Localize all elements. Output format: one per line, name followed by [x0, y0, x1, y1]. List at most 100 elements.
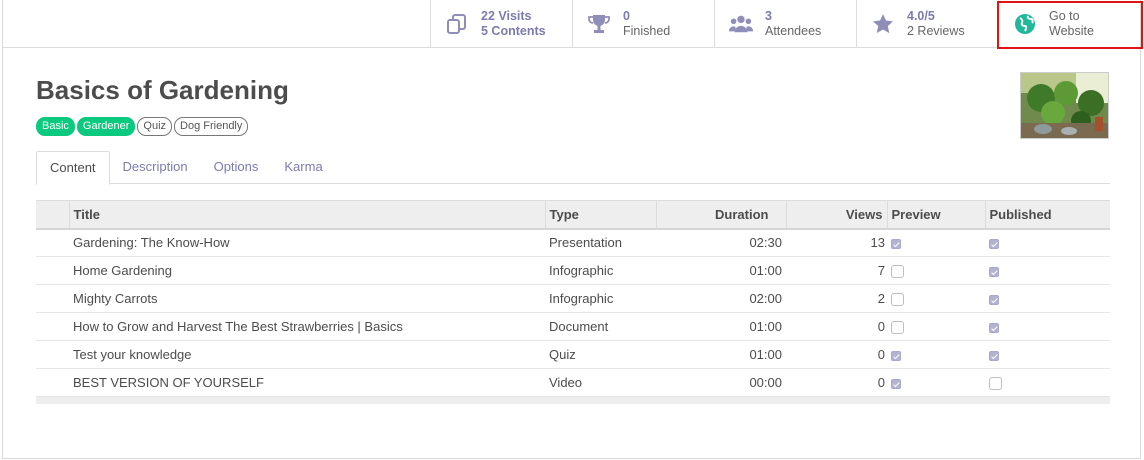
preview-checkbox[interactable]: [891, 378, 901, 389]
content-table: Title Type Duration Views Preview Publis…: [36, 200, 1110, 404]
finished-count: 0: [623, 8, 630, 23]
table-row[interactable]: BEST VERSION OF YOURSELF Video 00:00 0: [36, 368, 1110, 397]
cell-preview[interactable]: [887, 340, 985, 369]
tab-description[interactable]: Description: [110, 151, 201, 184]
course-image[interactable]: [1020, 72, 1109, 139]
cell-type[interactable]: Document: [545, 312, 656, 341]
cell-views[interactable]: 0: [786, 368, 887, 397]
users-icon: [729, 12, 753, 36]
published-checkbox[interactable]: [989, 238, 999, 249]
attendees-button[interactable]: 3 Attendees: [714, 0, 856, 47]
table-row[interactable]: How to Grow and Harvest The Best Strawbe…: [36, 312, 1110, 341]
published-checkbox[interactable]: [989, 266, 999, 277]
contents-count: 5 Contents: [481, 23, 546, 38]
cell-type[interactable]: Quiz: [545, 340, 656, 369]
cell-duration[interactable]: 01:00: [656, 256, 786, 285]
published-checkbox[interactable]: [989, 294, 999, 305]
tag[interactable]: Basic: [36, 117, 75, 136]
cell-title[interactable]: BEST VERSION OF YOURSELF: [69, 368, 545, 397]
row-handle: [36, 340, 69, 369]
tag[interactable]: Dog Friendly: [174, 117, 249, 136]
cell-duration[interactable]: 01:00: [656, 340, 786, 369]
cell-title[interactable]: Home Gardening: [69, 256, 545, 285]
cell-preview[interactable]: [887, 368, 985, 397]
cell-published[interactable]: [985, 312, 1110, 341]
cell-preview[interactable]: [887, 256, 985, 285]
cell-title[interactable]: Mighty Carrots: [69, 284, 545, 313]
tag-list[interactable]: Basic Gardener Quiz Dog Friendly: [36, 117, 249, 136]
cell-type[interactable]: Infographic: [545, 256, 656, 285]
row-handle: [36, 312, 69, 341]
published-checkbox[interactable]: [989, 377, 1002, 391]
attendees-count: 3: [765, 8, 772, 23]
preview-checkbox[interactable]: [891, 265, 904, 279]
tag[interactable]: Gardener: [76, 117, 136, 136]
cell-duration[interactable]: 02:30: [656, 228, 786, 257]
copy-icon: [445, 12, 469, 36]
column-header-views[interactable]: Views: [786, 200, 888, 230]
cell-title[interactable]: Test your knowledge: [69, 340, 545, 369]
preview-checkbox[interactable]: [891, 293, 904, 307]
cell-published[interactable]: [985, 256, 1110, 285]
reviews-label: 2 Reviews: [907, 23, 965, 38]
cell-duration[interactable]: 02:00: [656, 284, 786, 313]
trophy-icon: [587, 12, 611, 36]
cell-views[interactable]: 13: [786, 228, 887, 257]
highlight-box: [997, 1, 1143, 49]
finished-button[interactable]: 0 Finished: [572, 0, 714, 47]
reviews-button[interactable]: 4.0/5 2 Reviews: [856, 0, 998, 47]
row-handle: [36, 228, 69, 257]
cell-views[interactable]: 0: [786, 340, 887, 369]
preview-checkbox[interactable]: [891, 350, 901, 361]
star-icon: [871, 12, 895, 36]
preview-checkbox[interactable]: [891, 238, 901, 249]
tag[interactable]: Quiz: [137, 117, 173, 136]
table-row[interactable]: Test your knowledge Quiz 01:00 0: [36, 340, 1110, 369]
table-footer: [36, 396, 1110, 404]
column-header-duration[interactable]: Duration: [656, 200, 787, 230]
tab-content[interactable]: Content: [36, 151, 110, 185]
form-view: 22 Visits 5 Contents 0 Finished 3 Attend…: [2, 0, 1142, 459]
attendees-label: Attendees: [765, 23, 822, 38]
rating-value: 4.0/5: [907, 8, 935, 23]
finished-label: Finished: [623, 23, 671, 38]
course-title[interactable]: Basics of Gardening: [36, 75, 289, 106]
row-handle: [36, 284, 69, 313]
cell-preview[interactable]: [887, 228, 985, 257]
row-handle: [36, 368, 69, 397]
tab-options[interactable]: Options: [201, 151, 272, 184]
column-header-title[interactable]: Title: [69, 200, 546, 230]
notebook-tabs: Content Description Options Karma: [36, 151, 1110, 185]
cell-title[interactable]: How to Grow and Harvest The Best Strawbe…: [69, 312, 545, 341]
table-row[interactable]: Gardening: The Know-How Presentation 02:30…: [36, 228, 1110, 257]
cell-published[interactable]: [985, 228, 1110, 257]
visits-count: 22 Visits: [481, 8, 532, 23]
cell-type[interactable]: Video: [545, 368, 656, 397]
smart-button-box: 22 Visits 5 Contents 0 Finished 3 Attend…: [3, 0, 1142, 48]
cell-views[interactable]: 0: [786, 312, 887, 341]
published-checkbox[interactable]: [989, 322, 999, 333]
cell-views[interactable]: 7: [786, 256, 887, 285]
cell-title[interactable]: Gardening: The Know-How: [69, 228, 545, 257]
cell-type[interactable]: Presentation: [545, 228, 656, 257]
cell-preview[interactable]: [887, 312, 985, 341]
preview-checkbox[interactable]: [891, 321, 904, 335]
column-header-published[interactable]: Published: [985, 200, 1110, 230]
tab-karma[interactable]: Karma: [271, 151, 335, 184]
cell-duration[interactable]: 01:00: [656, 312, 786, 341]
handle-column-header: [36, 200, 70, 230]
cell-duration[interactable]: 00:00: [656, 368, 786, 397]
column-header-type[interactable]: Type: [545, 200, 657, 230]
column-header-preview[interactable]: Preview: [887, 200, 986, 230]
row-handle: [36, 256, 69, 285]
table-row[interactable]: Mighty Carrots Infographic 02:00 2: [36, 284, 1110, 313]
cell-views[interactable]: 2: [786, 284, 887, 313]
table-row[interactable]: Home Gardening Infographic 01:00 7: [36, 256, 1110, 285]
cell-published[interactable]: [985, 340, 1110, 369]
cell-published[interactable]: [985, 284, 1110, 313]
cell-preview[interactable]: [887, 284, 985, 313]
visits-button[interactable]: 22 Visits 5 Contents: [430, 0, 572, 47]
cell-type[interactable]: Infographic: [545, 284, 656, 313]
published-checkbox[interactable]: [989, 350, 999, 361]
cell-published[interactable]: [985, 368, 1110, 397]
